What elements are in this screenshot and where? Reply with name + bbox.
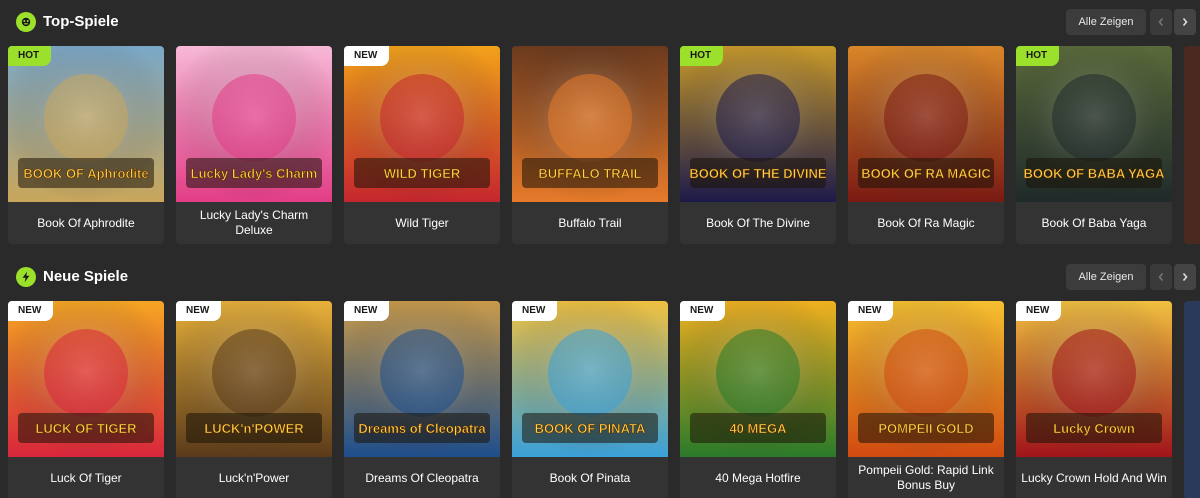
section-title: Neue Spiele — [43, 268, 129, 285]
lightning-icon — [16, 267, 36, 287]
game-thumbnail[interactable]: BOOK OF PINATA NEW — [512, 301, 668, 457]
carousel-next-button[interactable] — [1174, 9, 1196, 35]
game-title[interactable]: Luck'n'Power — [180, 457, 328, 498]
new-badge: NEW — [848, 301, 894, 321]
game-thumbnail[interactable]: LUCK'n'POWER NEW — [176, 301, 332, 457]
game-thumbnail[interactable]: BOOK OF Aphrodite HOT — [8, 46, 164, 202]
game-thumbnail[interactable]: Lucky Lady's Charm — [176, 46, 332, 202]
game-logo-text: WILD TIGER — [384, 166, 461, 181]
game-card[interactable]: WILD TIGER NEW Wild Tiger — [344, 46, 500, 244]
new-badge: NEW — [512, 301, 558, 321]
game-logo-text: POMPEII GOLD — [878, 421, 973, 436]
game-card[interactable]: BOOK OF BABA YAGA HOT Book Of Baba Yaga — [1016, 46, 1172, 244]
game-card[interactable]: BUFFALO TRAIL Buffalo Trail — [512, 46, 668, 244]
game-thumbnail[interactable]: POMPEII GOLD NEW — [848, 301, 1004, 457]
game-logo-text: LUCK'n'POWER — [204, 421, 304, 436]
section-header: Top-Spiele Alle Zeigen — [0, 0, 1200, 44]
game-logo-text: BOOK OF THE DIVINE — [689, 166, 827, 181]
game-card-peek[interactable] — [1184, 301, 1200, 498]
hot-badge: HOT — [680, 46, 724, 66]
game-card[interactable]: POMPEII GOLD NEW Pompeii Gold: Rapid Link … — [848, 301, 1004, 498]
carousel-prev-button[interactable] — [1150, 264, 1172, 290]
chevron-left-icon — [1158, 17, 1164, 27]
game-title[interactable]: Lucky Crown Hold And Win — [1020, 457, 1168, 498]
controller-icon — [16, 12, 36, 32]
top-games-section: Top-Spiele Alle Zeigen BOOK OF Aphrodite… — [0, 0, 1200, 255]
game-thumbnail[interactable]: BUFFALO TRAIL — [512, 46, 668, 202]
game-logo-text: 40 MEGA — [729, 421, 787, 436]
game-logo-text: Lucky Lady's Charm — [191, 166, 318, 181]
game-title[interactable]: Lucky Lady's Charm Deluxe — [180, 202, 328, 244]
new-badge: NEW — [344, 301, 390, 321]
game-thumbnail[interactable]: Dreams of Cleopatra NEW — [344, 301, 500, 457]
game-logo-text: BUFFALO TRAIL — [538, 166, 641, 181]
show-all-button[interactable]: Alle Zeigen — [1066, 264, 1146, 290]
new-badge: NEW — [1016, 301, 1062, 321]
section-header: Neue Spiele Alle Zeigen — [0, 255, 1200, 299]
game-title[interactable]: Dreams Of Cleopatra — [348, 457, 496, 498]
carousel-prev-button[interactable] — [1150, 9, 1172, 35]
game-title[interactable]: Pompeii Gold: Rapid Link Bonus Buy — [852, 457, 1000, 498]
game-title[interactable]: Buffalo Trail — [516, 202, 664, 244]
game-thumbnail[interactable]: Lucky Crown NEW — [1016, 301, 1172, 457]
game-title[interactable]: Book Of Baba Yaga — [1020, 202, 1168, 244]
new-badge: NEW — [344, 46, 390, 66]
game-card[interactable]: BOOK OF Aphrodite HOT Book Of Aphrodite — [8, 46, 164, 244]
hot-badge: HOT — [8, 46, 52, 66]
carousel-next-button[interactable] — [1174, 264, 1196, 290]
game-title[interactable]: Luck Of Tiger — [12, 457, 160, 498]
game-logo-text: Dreams of Cleopatra — [358, 421, 486, 436]
game-thumbnail[interactable]: BOOK OF THE DIVINE HOT — [680, 46, 836, 202]
game-thumbnail[interactable]: 40 MEGA NEW — [680, 301, 836, 457]
chevron-left-icon — [1158, 272, 1164, 282]
game-title[interactable]: Book Of The Divine — [684, 202, 832, 244]
game-card[interactable]: BOOK OF THE DIVINE HOT Book Of The Divine — [680, 46, 836, 244]
new-badge: NEW — [176, 301, 222, 321]
game-card[interactable]: BOOK OF RA MAGIC Book Of Ra Magic — [848, 46, 1004, 244]
game-card-peek[interactable] — [1184, 46, 1200, 244]
chevron-right-icon — [1182, 17, 1188, 27]
game-card[interactable]: LUCK'n'POWER NEW Luck'n'Power — [176, 301, 332, 498]
new-badge: NEW — [8, 301, 54, 321]
section-title: Top-Spiele — [43, 13, 119, 30]
game-logo-text: Lucky Crown — [1053, 421, 1135, 436]
game-card[interactable]: Dreams of Cleopatra NEW Dreams Of Cleopatr… — [344, 301, 500, 498]
game-thumbnail[interactable]: WILD TIGER NEW — [344, 46, 500, 202]
new-badge: NEW — [680, 301, 726, 321]
game-logo-text: BOOK OF PINATA — [535, 421, 646, 436]
game-card[interactable]: LUCK OF TIGER NEW Luck Of Tiger — [8, 301, 164, 498]
game-thumbnail[interactable]: BOOK OF BABA YAGA HOT — [1016, 46, 1172, 202]
game-logo-text: BOOK OF BABA YAGA — [1023, 166, 1165, 181]
game-title[interactable]: 40 Mega Hotfire — [684, 457, 832, 498]
game-thumbnail[interactable]: BOOK OF RA MAGIC — [848, 46, 1004, 202]
game-thumbnail[interactable]: LUCK OF TIGER NEW — [8, 301, 164, 457]
chevron-right-icon — [1182, 272, 1188, 282]
game-logo-text: LUCK OF TIGER — [35, 421, 137, 436]
game-title[interactable]: Book Of Ra Magic — [852, 202, 1000, 244]
show-all-button[interactable]: Alle Zeigen — [1066, 9, 1146, 35]
game-card[interactable]: BOOK OF PINATA NEW Book Of Pinata — [512, 301, 668, 498]
game-logo-text: BOOK OF RA MAGIC — [861, 166, 991, 181]
game-card[interactable]: 40 MEGA NEW 40 Mega Hotfire — [680, 301, 836, 498]
games-row: LUCK OF TIGER NEW Luck Of Tiger LUCK'n'POWE… — [0, 301, 1200, 498]
game-card[interactable]: Lucky Crown NEW Lucky Crown Hold And Win — [1016, 301, 1172, 498]
new-games-section: Neue Spiele Alle Zeigen LUCK OF TIGER NEW… — [0, 255, 1200, 498]
game-title[interactable]: Book Of Pinata — [516, 457, 664, 498]
game-title[interactable]: Book Of Aphrodite — [12, 202, 160, 244]
games-row: BOOK OF Aphrodite HOT Book Of Aphrodite Luc… — [0, 46, 1200, 244]
game-card[interactable]: Lucky Lady's Charm Lucky Lady's Charm Del… — [176, 46, 332, 244]
hot-badge: HOT — [1016, 46, 1060, 66]
game-title[interactable]: Wild Tiger — [348, 202, 496, 244]
game-logo-text: BOOK OF Aphrodite — [23, 166, 148, 181]
